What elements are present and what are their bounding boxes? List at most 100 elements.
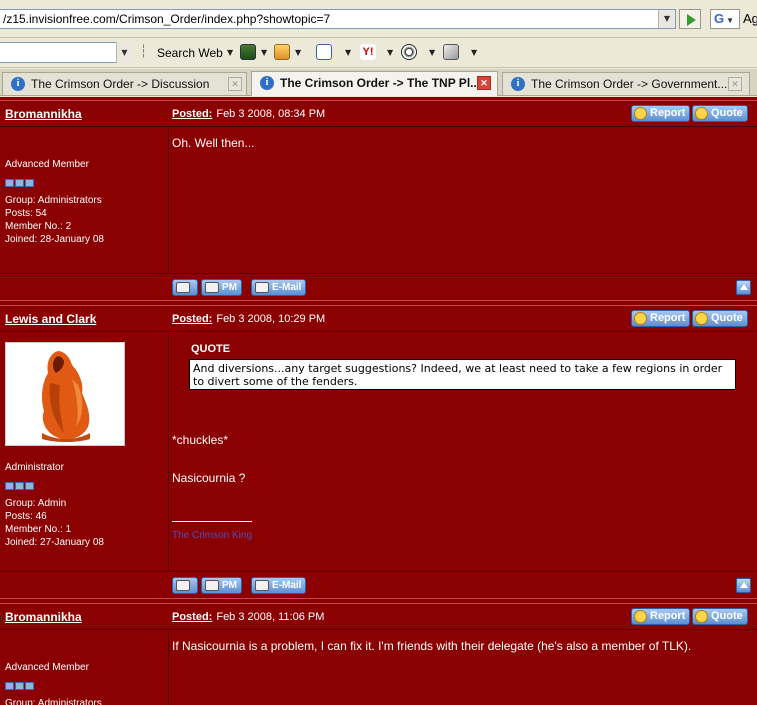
- report-label: Report: [650, 610, 686, 622]
- soccer-ball-icon[interactable]: [401, 44, 417, 60]
- member-number: Member No.: 2: [5, 221, 72, 232]
- yahoo-icon[interactable]: Y!: [360, 44, 376, 60]
- email-label: E-Mail: [272, 282, 302, 293]
- post-body-line: Nasicournia ?: [172, 471, 246, 485]
- profile-icon: [176, 282, 190, 293]
- search-engine-partial-text[interactable]: Ag: [743, 11, 757, 26]
- post-body: If Nasicournia is a problem, I can fix i…: [172, 639, 692, 653]
- profile-button[interactable]: [172, 577, 198, 594]
- post-timestamp: Posted: Feb 3 2008, 11:06 PM: [172, 611, 324, 623]
- post-body-line: *chuckles*: [172, 433, 229, 447]
- go-button[interactable]: [679, 9, 701, 29]
- url-input[interactable]: /z15.invisionfree.com/Crimson_Order/inde…: [0, 9, 676, 29]
- tab-label: The Crimson Order -> Government...: [531, 77, 728, 91]
- member-rank: Administrator: [5, 462, 64, 473]
- member-joined: Joined: 28-January 08: [5, 234, 104, 245]
- shield-icon[interactable]: [240, 44, 256, 60]
- signature-divider: [172, 521, 252, 522]
- quote-button[interactable]: Quote: [692, 608, 748, 625]
- tab-discussion[interactable]: i The Crimson Order -> Discussion ✕: [2, 72, 247, 95]
- rank-pips: [5, 172, 35, 187]
- tab-label: The Crimson Order -> Discussion: [31, 77, 210, 91]
- toolbar-grip[interactable]: ┆: [140, 44, 150, 62]
- post-author-link[interactable]: Lewis and Clark: [5, 312, 96, 326]
- close-tab-icon[interactable]: ✕: [728, 77, 742, 91]
- envelope-icon: [255, 282, 269, 293]
- profile-button[interactable]: [172, 279, 198, 296]
- tab-bar: i The Crimson Order -> Discussion ✕ i Th…: [0, 69, 757, 96]
- quote-icon: [695, 610, 708, 623]
- posted-label[interactable]: Posted:: [172, 313, 212, 325]
- pm-button[interactable]: PM: [201, 279, 242, 296]
- post-date: Feb 3 2008, 11:06 PM: [216, 611, 325, 623]
- avatar: [5, 342, 125, 446]
- member-post-count: Posts: 54: [5, 208, 47, 219]
- member-rank: Advanced Member: [5, 159, 89, 170]
- member-joined: Joined: 27-January 08: [5, 537, 104, 548]
- posted-label[interactable]: Posted:: [172, 611, 212, 623]
- toolbar-search-dropdown[interactable]: ▼: [116, 42, 132, 63]
- info-icon: i: [11, 77, 25, 91]
- close-tab-icon[interactable]: ✕: [477, 76, 491, 90]
- highlighter-dropdown-icon[interactable]: ▼: [295, 48, 301, 57]
- report-button[interactable]: Report: [631, 310, 691, 327]
- report-label: Report: [650, 312, 686, 324]
- post-author-link[interactable]: Bromannikha: [5, 107, 82, 121]
- highlighter-icon[interactable]: [274, 44, 290, 60]
- pm-button[interactable]: PM: [201, 577, 242, 594]
- sports-dropdown-icon[interactable]: ▼: [429, 48, 435, 57]
- mail-icon[interactable]: [316, 44, 332, 60]
- info-icon: i: [511, 77, 525, 91]
- toolbar-search-input[interactable]: [0, 42, 132, 63]
- quote-title: QUOTE: [191, 343, 231, 355]
- people-icon: [205, 282, 219, 293]
- post-header: Bromannikha Posted: Feb 3 2008, 11:06 PM …: [0, 603, 757, 630]
- url-history-dropdown[interactable]: ▼: [658, 10, 675, 28]
- report-button[interactable]: Report: [631, 608, 691, 625]
- member-number: Member No.: 1: [5, 524, 72, 535]
- mail-dropdown-icon[interactable]: ▼: [345, 48, 351, 57]
- quote-button[interactable]: Quote: [692, 310, 748, 327]
- yahoo-dropdown-icon[interactable]: ▼: [387, 48, 393, 57]
- quote-icon: [695, 312, 708, 325]
- tag-icon[interactable]: [443, 44, 459, 60]
- signature-text: The Crimson King: [172, 530, 253, 541]
- tab-tnp-plan[interactable]: i The Crimson Order -> The TNP Pl... ✕: [251, 71, 498, 96]
- hooded-figure-icon: [6, 343, 124, 445]
- shield-dropdown-icon[interactable]: ▼: [261, 48, 267, 57]
- quote-button[interactable]: Quote: [692, 105, 748, 122]
- email-button[interactable]: E-Mail: [251, 279, 307, 296]
- report-button[interactable]: Report: [631, 105, 691, 122]
- info-icon: i: [260, 76, 274, 90]
- report-icon: [634, 107, 647, 120]
- forum-post: Lewis and Clark Posted: Feb 3 2008, 10:29…: [0, 305, 757, 601]
- report-icon: [634, 312, 647, 325]
- rank-pips: [5, 675, 35, 690]
- tab-government[interactable]: i The Crimson Order -> Government... ✕: [502, 72, 750, 95]
- member-group: Group: Administrators: [5, 195, 102, 206]
- pm-label: PM: [222, 580, 237, 591]
- quote-label: Quote: [711, 312, 743, 324]
- address-bar-row: /z15.invisionfree.com/Crimson_Order/inde…: [0, 0, 757, 38]
- post-author-link[interactable]: Bromannikha: [5, 610, 82, 624]
- report-label: Report: [650, 107, 686, 119]
- search-engine-selector[interactable]: G ▼: [710, 9, 740, 29]
- report-icon: [634, 610, 647, 623]
- member-rank: Advanced Member: [5, 662, 89, 673]
- envelope-icon: [255, 580, 269, 591]
- search-web-button[interactable]: Search Web: [157, 46, 223, 60]
- go-arrow-icon: [687, 14, 696, 26]
- posted-label[interactable]: Posted:: [172, 108, 212, 120]
- member-group: Group: Admin: [5, 498, 67, 509]
- back-to-top-icon[interactable]: [736, 280, 751, 295]
- email-button[interactable]: E-Mail: [251, 577, 307, 594]
- profile-icon: [176, 580, 190, 591]
- forum-thread: Bromannikha Posted: Feb 3 2008, 08:34 PM …: [0, 97, 757, 705]
- search-web-dropdown-icon[interactable]: ▼: [227, 48, 233, 57]
- member-group: Group: Administrators: [5, 698, 102, 705]
- close-tab-icon[interactable]: ✕: [228, 77, 242, 91]
- tag-dropdown-icon[interactable]: ▼: [471, 48, 477, 57]
- toolbar: ▼ ┆ Search Web ▼ ▼ ▼ ▼ Y! ▼ ▼ ▼: [0, 38, 757, 68]
- post-footer: PM E-Mail: [0, 273, 757, 301]
- back-to-top-icon[interactable]: [736, 578, 751, 593]
